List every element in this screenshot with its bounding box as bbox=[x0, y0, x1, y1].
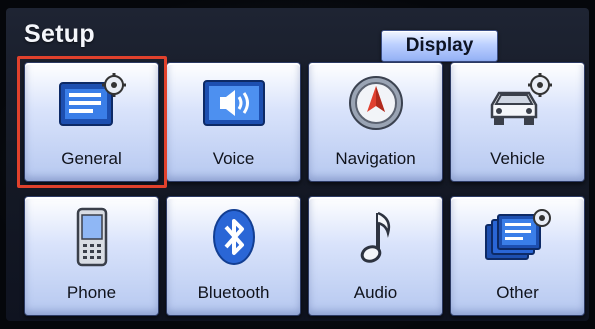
tile-label-phone: Phone bbox=[66, 283, 117, 302]
voice-button[interactable]: Voice bbox=[166, 62, 301, 182]
bluetooth-icon bbox=[213, 209, 255, 265]
music-note-icon bbox=[360, 211, 391, 263]
selection-highlight bbox=[17, 56, 167, 188]
display-button[interactable]: Display bbox=[381, 30, 498, 62]
tile-label-audio: Audio bbox=[353, 283, 398, 302]
tile-label-vehicle: Vehicle bbox=[490, 149, 545, 168]
car-gear-icon bbox=[490, 73, 552, 125]
other-button[interactable]: Other bbox=[450, 196, 585, 316]
setup-screen: Setup Display General Voice Navigation V… bbox=[6, 8, 589, 321]
tile-label-voice: Voice bbox=[212, 149, 255, 168]
phone-button[interactable]: Phone bbox=[24, 196, 159, 316]
bluetooth-button[interactable]: Bluetooth bbox=[166, 196, 301, 316]
audio-button[interactable]: Audio bbox=[308, 196, 443, 316]
mobile-phone-icon bbox=[76, 207, 108, 267]
tile-label-bluetooth: Bluetooth bbox=[197, 283, 270, 302]
speaker-icon bbox=[203, 80, 265, 126]
vehicle-button[interactable]: Vehicle bbox=[450, 62, 585, 182]
navigation-button[interactable]: Navigation bbox=[308, 62, 443, 182]
other-settings-icon bbox=[485, 209, 551, 260]
tile-label-navigation: Navigation bbox=[335, 149, 416, 168]
compass-icon bbox=[349, 76, 403, 130]
page-title: Setup bbox=[24, 20, 95, 48]
tile-label-other: Other bbox=[496, 283, 539, 302]
